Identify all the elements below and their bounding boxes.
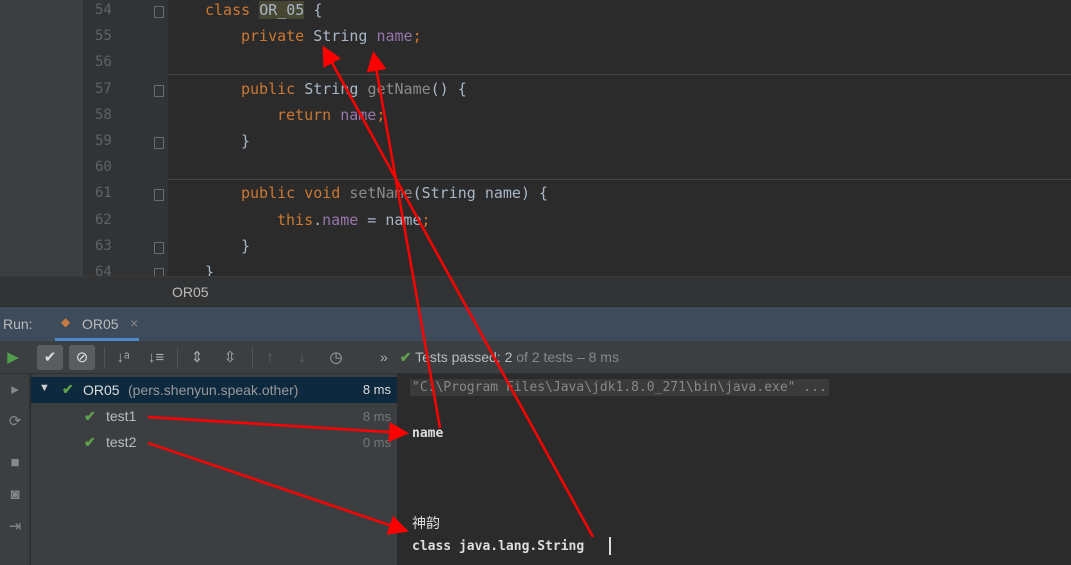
annotation-overlay (147, 45, 595, 538)
annotation-arrow (147, 441, 409, 535)
annotation-arrow (147, 415, 409, 443)
annotation-arrow (322, 45, 595, 538)
